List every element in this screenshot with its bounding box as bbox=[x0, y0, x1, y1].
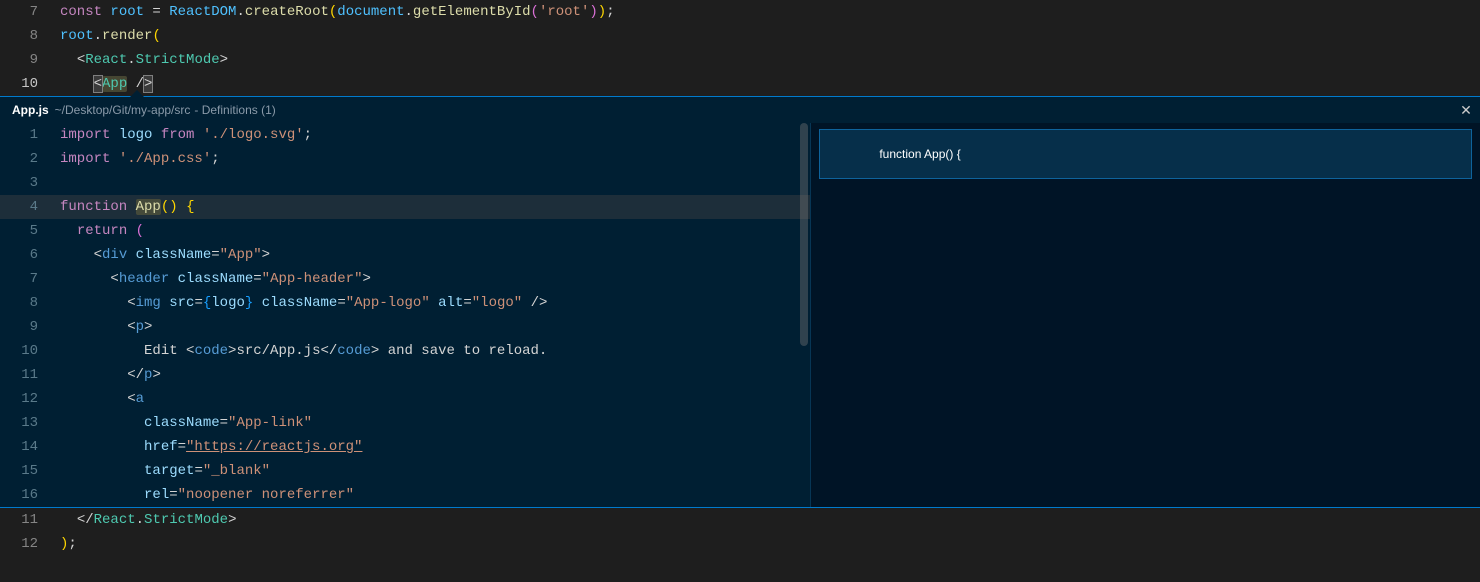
code-line[interactable]: 13 className="App-link" bbox=[0, 411, 810, 435]
code-content[interactable]: </p> bbox=[60, 363, 810, 387]
code-content[interactable]: href="https://reactjs.org" bbox=[60, 435, 810, 459]
code-line[interactable]: 15 target="_blank" bbox=[0, 459, 810, 483]
line-number: 9 bbox=[0, 48, 60, 72]
peek-file-name[interactable]: App.js bbox=[12, 103, 49, 117]
code-content[interactable]: rel="noopener noreferrer" bbox=[60, 483, 810, 507]
code-line[interactable]: 7const root = ReactDOM.createRoot(docume… bbox=[0, 0, 1480, 24]
code-line[interactable]: 12); bbox=[0, 532, 1480, 556]
line-number: 16 bbox=[0, 483, 60, 507]
line-number: 7 bbox=[0, 267, 60, 291]
code-editor: 7const root = ReactDOM.createRoot(docume… bbox=[0, 0, 1480, 582]
peek-definition-widget: App.js ~/Desktop/Git/my-app/src - Defini… bbox=[0, 96, 1480, 508]
line-number: 9 bbox=[0, 315, 60, 339]
code-content[interactable]: <img src={logo} className="App-logo" alt… bbox=[60, 291, 810, 315]
code-line[interactable]: 11 </React.StrictMode> bbox=[0, 508, 1480, 532]
definition-list-item[interactable]: function App() { bbox=[819, 129, 1472, 179]
code-line[interactable]: 6 <div className="App"> bbox=[0, 243, 810, 267]
code-content[interactable]: Edit <code>src/App.js</code> and save to… bbox=[60, 339, 810, 363]
peek-body: 1import logo from './logo.svg';2import '… bbox=[0, 123, 1480, 507]
code-line[interactable]: 9 <React.StrictMode> bbox=[0, 48, 1480, 72]
code-line[interactable]: 10 <App /> bbox=[0, 72, 1480, 96]
outer-editor-top[interactable]: 7const root = ReactDOM.createRoot(docume… bbox=[0, 0, 1480, 96]
line-number: 10 bbox=[0, 72, 60, 96]
line-number: 14 bbox=[0, 435, 60, 459]
code-content[interactable]: function App() { bbox=[60, 195, 810, 219]
code-content[interactable]: <React.StrictMode> bbox=[60, 48, 1480, 72]
code-line[interactable]: 2import './App.css'; bbox=[0, 147, 810, 171]
code-line[interactable]: 11 </p> bbox=[0, 363, 810, 387]
line-number: 8 bbox=[0, 24, 60, 48]
peek-file-path: ~/Desktop/Git/my-app/src bbox=[55, 103, 191, 117]
outer-editor-bottom[interactable]: 11 </React.StrictMode>12); bbox=[0, 508, 1480, 556]
line-number: 13 bbox=[0, 411, 60, 435]
line-number: 5 bbox=[0, 219, 60, 243]
code-line[interactable]: 8 <img src={logo} className="App-logo" a… bbox=[0, 291, 810, 315]
code-content[interactable]: ); bbox=[60, 532, 1480, 556]
line-number: 10 bbox=[0, 339, 60, 363]
code-content[interactable]: return ( bbox=[60, 219, 810, 243]
close-icon[interactable]: ✕ bbox=[1452, 102, 1480, 119]
code-content[interactable]: target="_blank" bbox=[60, 459, 810, 483]
code-line[interactable]: 14 href="https://reactjs.org" bbox=[0, 435, 810, 459]
peek-header: App.js ~/Desktop/Git/my-app/src - Defini… bbox=[0, 97, 1480, 123]
line-number: 7 bbox=[0, 0, 60, 24]
line-number: 4 bbox=[0, 195, 60, 219]
code-line[interactable]: 7 <header className="App-header"> bbox=[0, 267, 810, 291]
line-number: 15 bbox=[0, 459, 60, 483]
code-content[interactable]: <header className="App-header"> bbox=[60, 267, 810, 291]
line-number: 8 bbox=[0, 291, 60, 315]
line-number: 1 bbox=[0, 123, 60, 147]
line-number: 12 bbox=[0, 387, 60, 411]
line-number: 12 bbox=[0, 532, 60, 556]
code-content[interactable]: <a bbox=[60, 387, 810, 411]
code-line[interactable]: 8root.render( bbox=[0, 24, 1480, 48]
line-number: 2 bbox=[0, 147, 60, 171]
peek-definition-list[interactable]: function App() { bbox=[810, 123, 1480, 507]
code-content[interactable]: import logo from './logo.svg'; bbox=[60, 123, 810, 147]
code-content[interactable]: import './App.css'; bbox=[60, 147, 810, 171]
code-content[interactable]: </React.StrictMode> bbox=[60, 508, 1480, 532]
line-number: 11 bbox=[0, 508, 60, 532]
line-number: 11 bbox=[0, 363, 60, 387]
line-number: 3 bbox=[0, 171, 60, 195]
code-line[interactable]: 9 <p> bbox=[0, 315, 810, 339]
code-content[interactable]: <p> bbox=[60, 315, 810, 339]
code-line[interactable]: 5 return ( bbox=[0, 219, 810, 243]
code-content[interactable]: <div className="App"> bbox=[60, 243, 810, 267]
code-content[interactable]: className="App-link" bbox=[60, 411, 810, 435]
peek-code-pane[interactable]: 1import logo from './logo.svg';2import '… bbox=[0, 123, 810, 507]
code-line[interactable]: 16 rel="noopener noreferrer" bbox=[0, 483, 810, 507]
code-line[interactable]: 10 Edit <code>src/App.js</code> and save… bbox=[0, 339, 810, 363]
line-number: 6 bbox=[0, 243, 60, 267]
peek-definitions-count: - Definitions (1) bbox=[194, 103, 275, 117]
code-line[interactable]: 1import logo from './logo.svg'; bbox=[0, 123, 810, 147]
peek-caret-icon bbox=[130, 90, 144, 97]
code-line[interactable]: 4function App() { bbox=[0, 195, 810, 219]
code-content[interactable]: const root = ReactDOM.createRoot(documen… bbox=[60, 0, 1480, 24]
code-content[interactable]: root.render( bbox=[60, 24, 1480, 48]
code-line[interactable]: 12 <a bbox=[0, 387, 810, 411]
code-line[interactable]: 3 bbox=[0, 171, 810, 195]
code-content[interactable]: <App /> bbox=[60, 72, 1480, 96]
